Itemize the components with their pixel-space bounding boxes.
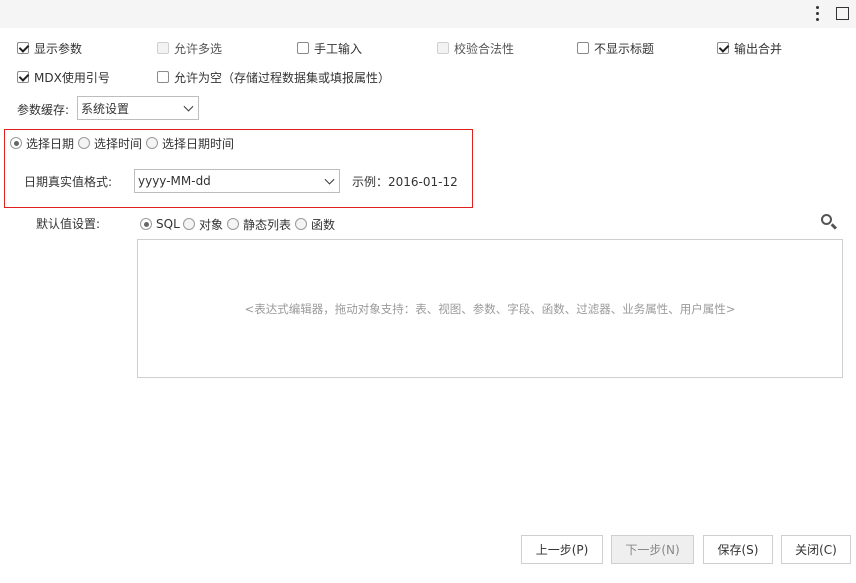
expression-editor-placeholder: <表达式编辑器，拖动对象支持：表、视图、参数、字段、函数、过滤器、业务属性、用户… [244,301,736,316]
option-output-merge[interactable]: 输出合并 [717,40,782,56]
select-time-radio[interactable] [78,137,90,149]
select-time-label: 选择时间 [94,136,143,151]
output-merge-label: 输出合并 [734,41,783,56]
function-label: 函数 [311,217,336,232]
cache-select-value: 系统设置 [81,101,130,116]
chevron-down-icon [183,101,194,112]
radio-object[interactable]: 对象 [183,216,223,232]
date-format-select[interactable]: yyyy-MM-dd [134,169,340,193]
save-button[interactable]: 保存(S) [703,535,773,564]
more-vertical-icon[interactable] [810,4,824,24]
static-list-label: 静态列表 [243,217,292,232]
option-hide-title[interactable]: 不显示标题 [577,40,654,56]
option-allow-multi: 允许多选 [157,40,222,56]
show-param-checkbox[interactable] [17,42,29,54]
object-radio[interactable] [183,218,195,230]
date-format-label: 日期真实值格式: [24,175,113,189]
validate-label: 校验合法性 [454,41,515,56]
allow-multi-label: 允许多选 [174,41,223,56]
allow-empty-checkbox[interactable] [157,71,169,83]
radio-select-date[interactable]: 选择日期 [10,135,74,151]
prev-button[interactable]: 上一步(P) [521,535,603,564]
sql-radio[interactable] [140,218,152,230]
manual-input-label: 手工输入 [314,41,363,56]
sql-label: SQL [156,217,180,231]
radio-static-list[interactable]: 静态列表 [227,216,291,232]
option-allow-empty[interactable]: 允许为空（存储过程数据集或填报属性） [157,69,390,85]
date-format-example: 示例：2016-01-12 [352,175,458,189]
radio-sql[interactable]: SQL [140,216,180,232]
chevron-down-icon [324,174,335,185]
static-list-radio[interactable] [227,218,239,230]
show-param-label: 显示参数 [34,41,83,56]
mdx-quote-checkbox[interactable] [17,71,29,83]
close-button[interactable]: 关闭(C) [781,535,851,564]
select-date-radio[interactable] [10,137,22,149]
validate-checkbox [437,42,449,54]
date-format-value: yyyy-MM-dd [138,174,211,188]
default-value-label: 默认值设置: [36,217,101,231]
manual-input-checkbox[interactable] [297,42,309,54]
radio-select-datetime[interactable]: 选择日期时间 [146,135,234,151]
next-button: 下一步(N) [611,535,694,564]
cache-select[interactable]: 系统设置 [77,96,199,120]
object-label: 对象 [199,217,224,232]
select-datetime-label: 选择日期时间 [162,136,235,151]
radio-select-time[interactable]: 选择时间 [78,135,142,151]
option-mdx-quote[interactable]: MDX使用引号 [17,69,110,85]
select-date-label: 选择日期 [26,136,75,151]
mdx-quote-label: MDX使用引号 [34,70,110,85]
expression-editor[interactable]: <表达式编辑器，拖动对象支持：表、视图、参数、字段、函数、过滤器、业务属性、用户… [137,239,843,378]
title-bar [0,0,856,28]
allow-empty-label: 允许为空（存储过程数据集或填报属性） [174,70,391,85]
maximize-icon[interactable] [836,7,849,20]
option-show-param[interactable]: 显示参数 [17,40,82,56]
allow-multi-checkbox [157,42,169,54]
hide-title-label: 不显示标题 [594,41,655,56]
hide-title-checkbox[interactable] [577,42,589,54]
radio-function[interactable]: 函数 [295,216,335,232]
function-radio[interactable] [295,218,307,230]
select-datetime-radio[interactable] [146,137,158,149]
cache-label: 参数缓存: [17,103,70,117]
search-icon[interactable] [820,213,838,231]
option-validate: 校验合法性 [437,40,514,56]
output-merge-checkbox[interactable] [717,42,729,54]
option-manual-input[interactable]: 手工输入 [297,40,362,56]
